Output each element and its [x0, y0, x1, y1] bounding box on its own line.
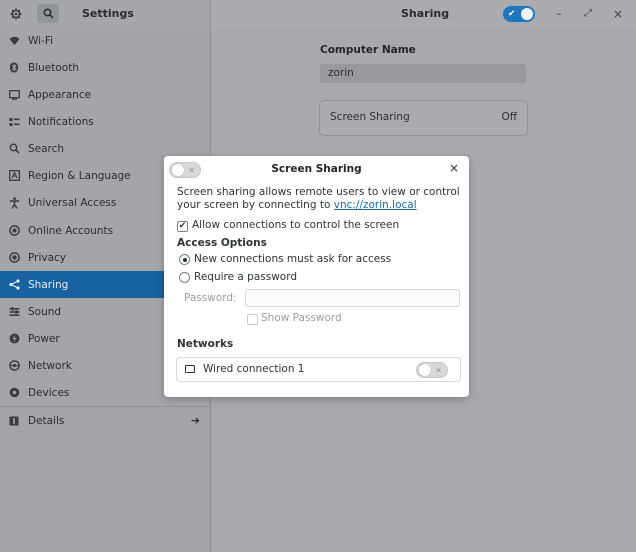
region-icon — [8, 170, 20, 182]
radio-ask-access-label: New connections must ask for access — [194, 253, 392, 265]
gear-icon — [10, 8, 22, 19]
gear-button[interactable] — [5, 4, 27, 23]
screen-sharing-row[interactable]: Screen Sharing Off — [319, 100, 528, 136]
universal-access-icon — [8, 196, 20, 209]
sidebar-item-bluetooth[interactable]: Bluetooth — [0, 54, 210, 81]
sidebar-item-label: Sound — [28, 305, 62, 318]
sharing-master-toggle[interactable]: ✔ — [503, 6, 535, 22]
sidebar-item-label: Search — [28, 142, 65, 155]
close-button[interactable]: × — [607, 4, 629, 23]
sidebar-item-appearance[interactable]: Appearance — [0, 81, 210, 108]
arrow-right-icon: ➔ — [190, 414, 200, 427]
minimize-button[interactable]: – — [548, 4, 570, 23]
screen-sharing-row-label: Screen Sharing — [330, 111, 410, 123]
sidebar-item-label: Privacy — [28, 251, 67, 264]
sidebar-title: Settings — [82, 7, 134, 20]
computer-name-label: Computer Name — [320, 44, 416, 56]
show-password-label: Show Password — [261, 312, 342, 324]
privacy-icon — [8, 252, 20, 264]
networks-heading: Networks — [177, 338, 234, 350]
allow-control-checkbox[interactable]: ✔ — [177, 221, 188, 232]
sidebar-item-label: Wi-Fi — [28, 34, 54, 47]
radio-require-password-label: Require a password — [194, 271, 298, 283]
sidebar-item-label: Network — [28, 359, 72, 372]
sidebar-item-wifi[interactable]: Wi-Fi — [0, 27, 210, 54]
sidebar-item-label: Online Accounts — [28, 224, 114, 237]
radio-ask-access[interactable] — [179, 254, 190, 265]
sidebar-item-label: Universal Access — [28, 196, 117, 209]
show-password-checkbox[interactable] — [247, 314, 258, 325]
maximize-button[interactable]: ⤢ — [577, 4, 599, 23]
screen-sharing-dialog: ✕ Screen Sharing × Screen sharing allows… — [164, 156, 469, 397]
password-input[interactable] — [245, 289, 460, 307]
wifi-icon — [8, 35, 20, 47]
access-options-heading: Access Options — [177, 237, 267, 249]
toggle-knob — [521, 8, 533, 20]
search-button[interactable] — [37, 4, 59, 23]
sidebar-item-label: Region & Language — [28, 169, 131, 182]
vnc-link[interactable]: vnc://zorin.local — [334, 199, 417, 211]
sidebar-item-details[interactable]: Details ➔ — [0, 407, 210, 434]
devices-icon — [8, 387, 20, 399]
sidebar-item-label: Details — [28, 414, 65, 427]
check-icon: ✔ — [508, 9, 516, 19]
power-icon — [8, 333, 20, 345]
dialog-title: Screen Sharing — [271, 163, 362, 175]
network-name: Wired connection 1 — [203, 363, 305, 375]
settings-window: Settings Sharing ✔ – ⤢ × Wi-Fi Bluetooth — [0, 0, 636, 552]
description-text: Screen sharing allows remote users to vi… — [177, 186, 460, 211]
radio-require-password[interactable] — [179, 272, 190, 283]
online-accounts-icon — [8, 225, 20, 237]
sidebar-item-label: Notifications — [28, 115, 94, 128]
password-label: Password: — [184, 292, 237, 304]
computer-name-field[interactable]: zorin — [320, 64, 526, 83]
appearance-icon — [8, 89, 20, 101]
network-icon — [8, 360, 20, 372]
sidebar-item-label: Bluetooth — [28, 61, 79, 74]
sidebar-item-label: Sharing — [28, 278, 69, 291]
allow-control-label: Allow connections to control the screen — [192, 219, 400, 231]
dialog-description: Screen sharing allows remote users to vi… — [177, 186, 462, 211]
notifications-icon — [8, 116, 20, 128]
search-icon — [42, 8, 54, 19]
wired-network-icon — [185, 365, 195, 373]
screen-sharing-status: Off — [501, 111, 518, 123]
sidebar-header: Settings — [0, 0, 211, 27]
details-icon — [8, 415, 20, 427]
check-icon: ✔ — [178, 221, 187, 231]
sidebar-item-notifications[interactable]: Notifications — [0, 108, 210, 135]
sidebar-item-label: Appearance — [28, 88, 92, 101]
header-bar: Settings Sharing ✔ – ⤢ × — [0, 0, 636, 27]
bluetooth-icon — [8, 62, 20, 74]
toggle-knob — [419, 364, 431, 376]
sidebar-item-label: Devices — [28, 386, 70, 399]
network-toggle[interactable]: ✕ — [416, 362, 448, 378]
sidebar-item-label: Power — [28, 332, 60, 345]
sharing-icon — [8, 279, 20, 291]
main-header: Sharing ✔ – ⤢ × — [211, 0, 636, 27]
dialog-close-button[interactable]: × — [449, 161, 459, 175]
sound-icon — [8, 306, 20, 318]
toggle-off-icon: ✕ — [435, 366, 442, 375]
search-icon — [8, 143, 20, 155]
page-title: Sharing — [401, 7, 450, 20]
network-row[interactable]: Wired connection 1 ✕ — [176, 357, 461, 382]
